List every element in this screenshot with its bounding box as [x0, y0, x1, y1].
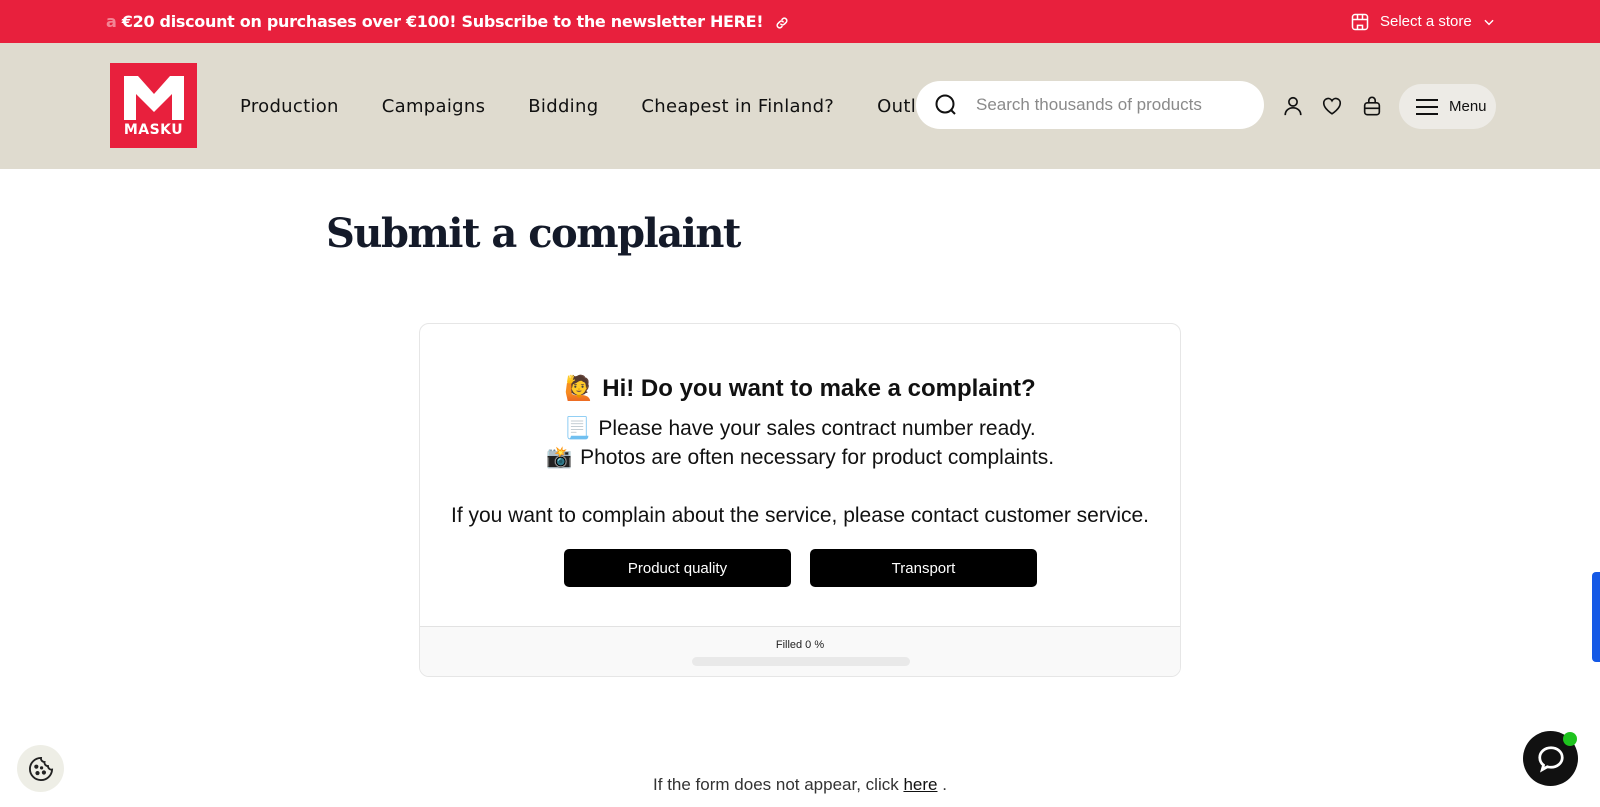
search-input[interactable]	[976, 95, 1256, 115]
wishlist-button[interactable]	[1320, 94, 1344, 118]
nav-item-bidding[interactable]: Bidding	[528, 96, 598, 117]
cookie-icon	[28, 756, 53, 781]
promo-lead-fragment: a	[106, 12, 117, 31]
page-title: Submit a complaint	[326, 210, 741, 257]
feedback-side-tab[interactable]	[1592, 572, 1600, 662]
store-select[interactable]: Select a store	[1350, 0, 1496, 43]
store-select-label: Select a store	[1380, 13, 1472, 30]
complaint-form-card: 🙋 Hi! Do you want to make a complaint? 📃 P…	[419, 323, 1181, 677]
form-instruction-photos: 📸 Photos are often necessary for product …	[420, 446, 1180, 470]
camera-icon: 📸	[545, 446, 573, 469]
promo-bar: a €20 discount on purchases over €100! S…	[0, 0, 1600, 43]
store-icon	[1351, 13, 1369, 30]
hamburger-icon	[1416, 98, 1438, 115]
nav-item-outlet[interactable]: Outlet	[877, 96, 920, 117]
heart-icon	[1322, 97, 1342, 115]
cookie-settings-button[interactable]	[17, 745, 64, 792]
form-heading-text: Hi! Do you want to make a complaint?	[602, 375, 1036, 402]
progress-bar	[692, 657, 910, 666]
form-heading: 🙋 Hi! Do you want to make a complaint?	[420, 374, 1180, 403]
chat-launcher[interactable]	[1523, 731, 1578, 786]
account-button[interactable]	[1281, 94, 1305, 118]
site-header: MASKU Production Campaigns Bidding Cheap…	[0, 43, 1600, 169]
chevron-down-icon	[1484, 19, 1494, 25]
form-intro: 🙋 Hi! Do you want to make a complaint? 📃 P…	[420, 324, 1180, 626]
transport-button[interactable]: Transport	[810, 549, 1037, 587]
logo-text: MASKU	[123, 122, 184, 138]
logo-mark	[123, 76, 184, 120]
online-status-dot	[1563, 732, 1577, 746]
user-icon	[1284, 96, 1302, 116]
link-icon	[776, 17, 788, 28]
fallback-text: If the form does not appear, click	[653, 775, 899, 794]
document-icon: 📃	[564, 417, 591, 440]
progress-label: Filled 0 %	[775, 639, 825, 651]
nav-item-cheapest-in-finland[interactable]: Cheapest in Finland?	[641, 96, 834, 117]
chat-icon	[1537, 745, 1564, 772]
raising-hand-icon: 🙋	[564, 375, 595, 402]
menu-button[interactable]: Menu	[1399, 84, 1496, 129]
nav-item-campaigns[interactable]: Campaigns	[382, 96, 486, 117]
form-instruction-service: If you want to complain about the servic…	[450, 504, 1149, 527]
menu-label: Menu	[1449, 98, 1487, 115]
search-box[interactable]	[916, 81, 1264, 129]
bag-icon	[1363, 96, 1381, 116]
form-fallback-note: If the form does not appear, click here …	[0, 775, 1600, 795]
form-instruction-contract-text: Please have your sales contract number r…	[598, 417, 1036, 440]
promo-text: €20 discount on purchases over €100! Sub…	[121, 12, 764, 31]
form-progress: Filled 0 %	[420, 626, 1180, 676]
nav-item-production[interactable]: Production	[240, 96, 339, 117]
fallback-suffix: .	[942, 775, 947, 794]
main-nav: Production Campaigns Bidding Cheapest in…	[240, 43, 920, 169]
logo[interactable]: MASKU	[110, 63, 197, 148]
promo-link[interactable]: a €20 discount on purchases over €100! S…	[106, 0, 789, 43]
form-instruction-photos-text: Photos are often necessary for product c…	[580, 446, 1055, 469]
product-quality-button[interactable]: Product quality	[564, 549, 791, 587]
search-icon	[935, 94, 956, 115]
fallback-link[interactable]: here	[903, 775, 937, 794]
cart-button[interactable]	[1360, 94, 1384, 118]
form-instruction-contract: 📃 Please have your sales contract number …	[420, 417, 1180, 441]
